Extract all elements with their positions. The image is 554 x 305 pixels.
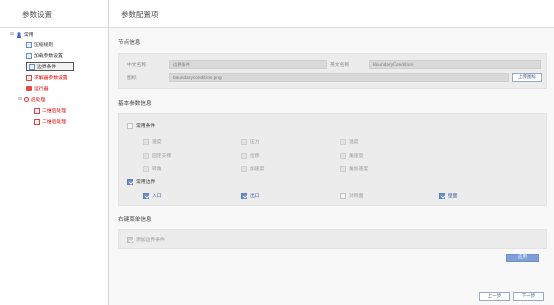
checkbox-displacement[interactable]: 位移 [241,152,260,159]
icon-label: 图标 [127,76,137,81]
checkbox-add-boundary-condition[interactable]: 添加边界条件 [127,236,165,243]
checkbox-icon [241,138,247,145]
left-panel-title: 参数设置 [0,0,108,28]
checkbox-temperature[interactable]: 温度 [340,138,359,145]
checkbox-icon [127,178,133,185]
checkbox-icon [340,165,346,172]
checkbox-angular-acceleration[interactable]: 角加速度 [340,165,368,172]
document-icon [34,118,40,125]
checkbox-label: 壁面 [448,194,458,199]
apply-button[interactable]: 应用 [506,254,539,262]
tree-node-label: 边界条件 [37,65,57,70]
folder-icon [26,86,32,91]
context-menu-box: 添加边界条件 [118,229,547,249]
checkbox-label: 加速度 [250,167,265,172]
tree-node-2d-postprocess-a[interactable]: 二维后处理 [34,106,66,115]
document-icon [26,74,32,81]
tree-node-label: 运行器 [34,87,49,92]
tree-node-label: 常用 [24,33,34,38]
checkbox-icon [340,192,346,199]
checkbox-icon [340,138,346,145]
checkbox-velocity[interactable]: 速度 [143,138,162,145]
checkbox-icon [340,152,346,159]
checkbox-icon [127,122,133,129]
icon-path-input[interactable]: boundarycondition.png [169,73,509,82]
common-conditions-checkbox[interactable]: 常用条件 [127,122,155,129]
checkbox-icon [241,165,247,172]
checkbox-label: 角加速度 [349,167,369,172]
checkbox-label: 对称面 [349,194,364,199]
tree-node-runner[interactable]: 运行器 [26,84,48,93]
config-panel: 参数配置项 节点信息 中文名称 边界条件 英文名称 BoundaryCondit… [109,0,554,305]
upload-icon-button[interactable]: 上传图标 [512,73,542,82]
en-name-input[interactable]: BoundaryCondition [369,60,541,69]
checkbox-angular-velocity[interactable]: 角速度 [340,152,363,159]
tree-node-label: 求解器参数设置 [34,76,68,81]
en-name-label: 英文名称 [330,63,350,68]
search-icon [24,97,29,102]
checkbox-symmetry[interactable]: 对称面 [340,192,363,199]
tree-node-solver-params[interactable]: 求解器参数设置 [26,73,68,82]
node-info-title: 节点信息 [118,40,141,46]
checkbox-label: 入口 [152,194,162,199]
context-menu-title: 右键菜单信息 [118,217,152,223]
checkbox-label: 位移 [250,154,260,159]
checkbox-icon [127,236,133,243]
checkbox-label: 压力 [250,140,260,145]
checkbox-wall[interactable]: 壁面 [439,192,458,199]
checkbox-icon [439,192,445,199]
checkbox-label: 温度 [349,140,359,145]
tree-node-2d-postprocess-b[interactable]: 二维后处理 [34,117,66,126]
node-info-box: 中文名称 边界条件 英文名称 BoundaryCondition 图标 boun… [118,53,547,89]
person-icon [16,31,22,38]
next-step-button[interactable]: 下一步 [513,292,544,301]
checkbox-label: 添加边界条件 [136,238,165,243]
tree-node-compress-rules[interactable]: 压缩规则 [26,40,53,49]
tree-node-label: 加载参数设置 [34,54,63,59]
checkbox-icon [143,165,149,172]
tree-node-label: 后处理 [31,98,46,103]
document-icon [34,107,40,114]
config-panel-title: 参数配置项 [109,0,554,28]
checkbox-icon [143,152,149,159]
tree-node-boundary-conditions[interactable]: 边界条件 [26,62,74,71]
checkbox-rotation[interactable]: 转角 [143,165,162,172]
left-panel: 参数设置 ⊟ 常用 压缩规则 加载参数设置 边界条件 求解器参数设置 运行器 ⊟ [0,0,109,305]
checkbox-icon [241,152,247,159]
document-icon [26,41,32,48]
prev-step-button[interactable]: 上一步 [479,292,510,301]
checkbox-label: 角速度 [349,154,364,159]
checkbox-inlet[interactable]: 入口 [143,192,162,199]
checkbox-label: 常用条件 [136,124,156,129]
basic-params-title: 基本参数信息 [118,101,152,107]
cn-name-input[interactable]: 边界条件 [169,60,327,69]
checkbox-pressure[interactable]: 压力 [241,138,260,145]
tree-node-postprocess[interactable]: ⊟ 后处理 [18,95,45,104]
basic-params-box: 常用条件 速度 压力 温度 固定支撑 位移 角速度 转角 加速度 角加速度 常用… [118,113,547,206]
checkbox-label: 出口 [250,194,260,199]
checkbox-icon [143,192,149,199]
tree-node-label: 二维后处理 [42,109,66,114]
checkbox-label: 转角 [152,167,162,172]
document-icon [29,63,35,70]
cn-name-label: 中文名称 [127,63,147,68]
checkbox-label: 速度 [152,140,162,145]
checkbox-label: 常用边界 [136,180,156,185]
checkbox-icon [241,192,247,199]
tree-node-common[interactable]: ⊟ 常用 [10,30,34,39]
common-boundaries-checkbox[interactable]: 常用边界 [127,178,155,185]
checkbox-outlet[interactable]: 出口 [241,192,260,199]
checkbox-icon [143,138,149,145]
tree-node-load-params[interactable]: 加载参数设置 [26,51,63,60]
document-icon [26,52,32,59]
checkbox-label: 固定支撑 [152,154,172,159]
checkbox-fixed-support[interactable]: 固定支撑 [143,152,171,159]
tree-node-label: 二维后处理 [42,120,66,125]
tree-node-label: 压缩规则 [34,43,54,48]
checkbox-acceleration[interactable]: 加速度 [241,165,264,172]
